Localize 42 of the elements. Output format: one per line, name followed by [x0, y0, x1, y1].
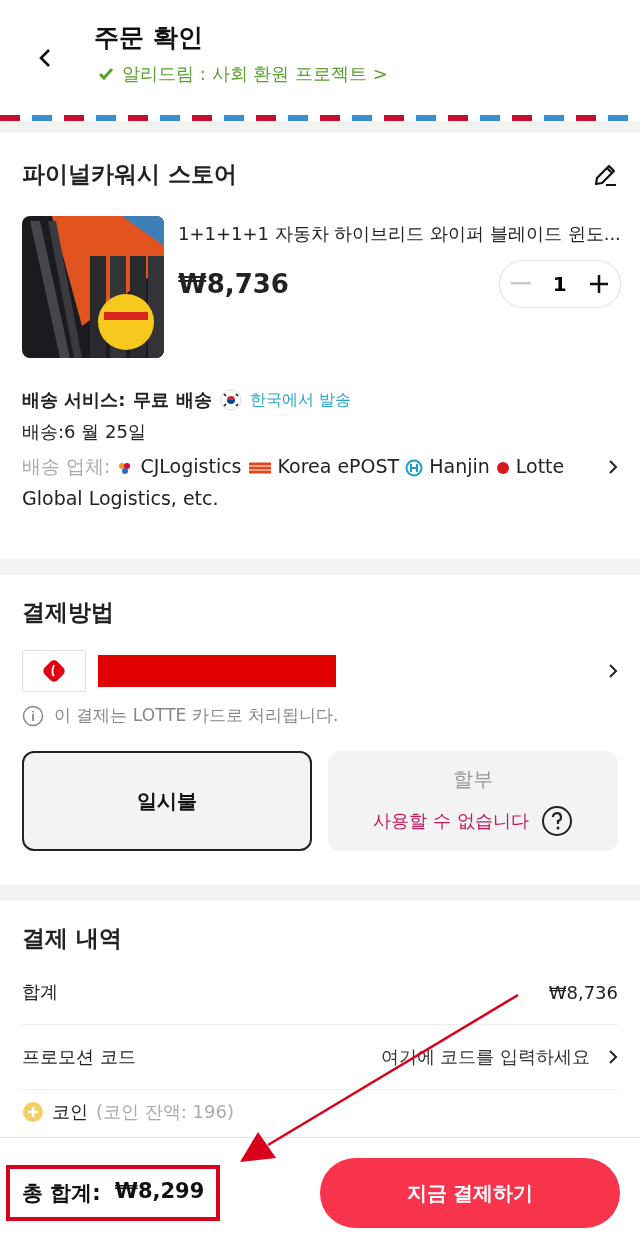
coin-balance: (코인 잔액: 196)	[96, 1100, 234, 1124]
product-price: ₩8,736	[178, 269, 289, 299]
carrier-name: Hanjin	[429, 455, 490, 477]
carrier-name: Lotte	[515, 455, 565, 477]
row-value: ₩8,736	[548, 981, 618, 1003]
notice-link[interactable]: 알리드림 : 사회 환원 프로젝트 >	[122, 62, 388, 86]
total-amount: ₩8,299	[114, 1179, 205, 1205]
coin-label: 코인	[52, 1100, 88, 1124]
page-title: 주문 확인	[94, 22, 204, 54]
origin-label: 한국에서 발송	[249, 389, 351, 411]
chevron-right-icon	[608, 1049, 618, 1065]
shipping-label: 배송 서비스:	[22, 388, 126, 412]
check-icon	[98, 67, 114, 81]
logo-icon	[495, 460, 510, 475]
option-label: 일시불	[137, 787, 197, 815]
row-label: 합계	[22, 980, 58, 1004]
shipping-value: 무료 배송	[133, 388, 212, 412]
delivery-date: 배송:6 월 25일	[22, 420, 146, 444]
row-label: 프로모션 코드	[22, 1045, 136, 1069]
flag-icon	[219, 389, 242, 411]
back-icon[interactable]	[38, 47, 52, 68]
chevron-right-icon	[608, 459, 618, 475]
section-title: 결제 내역	[22, 924, 123, 953]
product-title: 1+1+1+1 자동차 하이브리드 와이퍼 블레이드 윈도...	[178, 222, 621, 246]
carrier-name: Korea ePOST	[277, 455, 400, 477]
payment-option[interactable]: 일시불	[22, 751, 312, 851]
total-label: 총 합계:	[22, 1180, 101, 1207]
plus-icon[interactable]	[588, 274, 609, 294]
unavailable-note: 사용할 수 없습니다	[373, 808, 529, 833]
carrier-name: Global Logistics, etc.	[22, 487, 219, 509]
carrier-name: CJLogistics	[140, 455, 242, 477]
store-name: 파이널카워시 스토어	[22, 160, 237, 189]
card-note: 이 결제는 LOTTE 카드로 처리됩니다.	[54, 704, 339, 727]
pay-now-button[interactable]: 지금 결제하기	[320, 1158, 620, 1228]
quantity-value: 1	[552, 272, 567, 296]
logo-icon	[405, 458, 424, 477]
option-label: 할부	[453, 765, 493, 793]
coin-icon	[22, 1101, 44, 1123]
chevron-right-icon	[608, 663, 618, 679]
carriers-label: 배송 업체:	[22, 455, 111, 477]
info-icon	[22, 704, 44, 727]
section-title: 결제방법	[22, 598, 115, 627]
